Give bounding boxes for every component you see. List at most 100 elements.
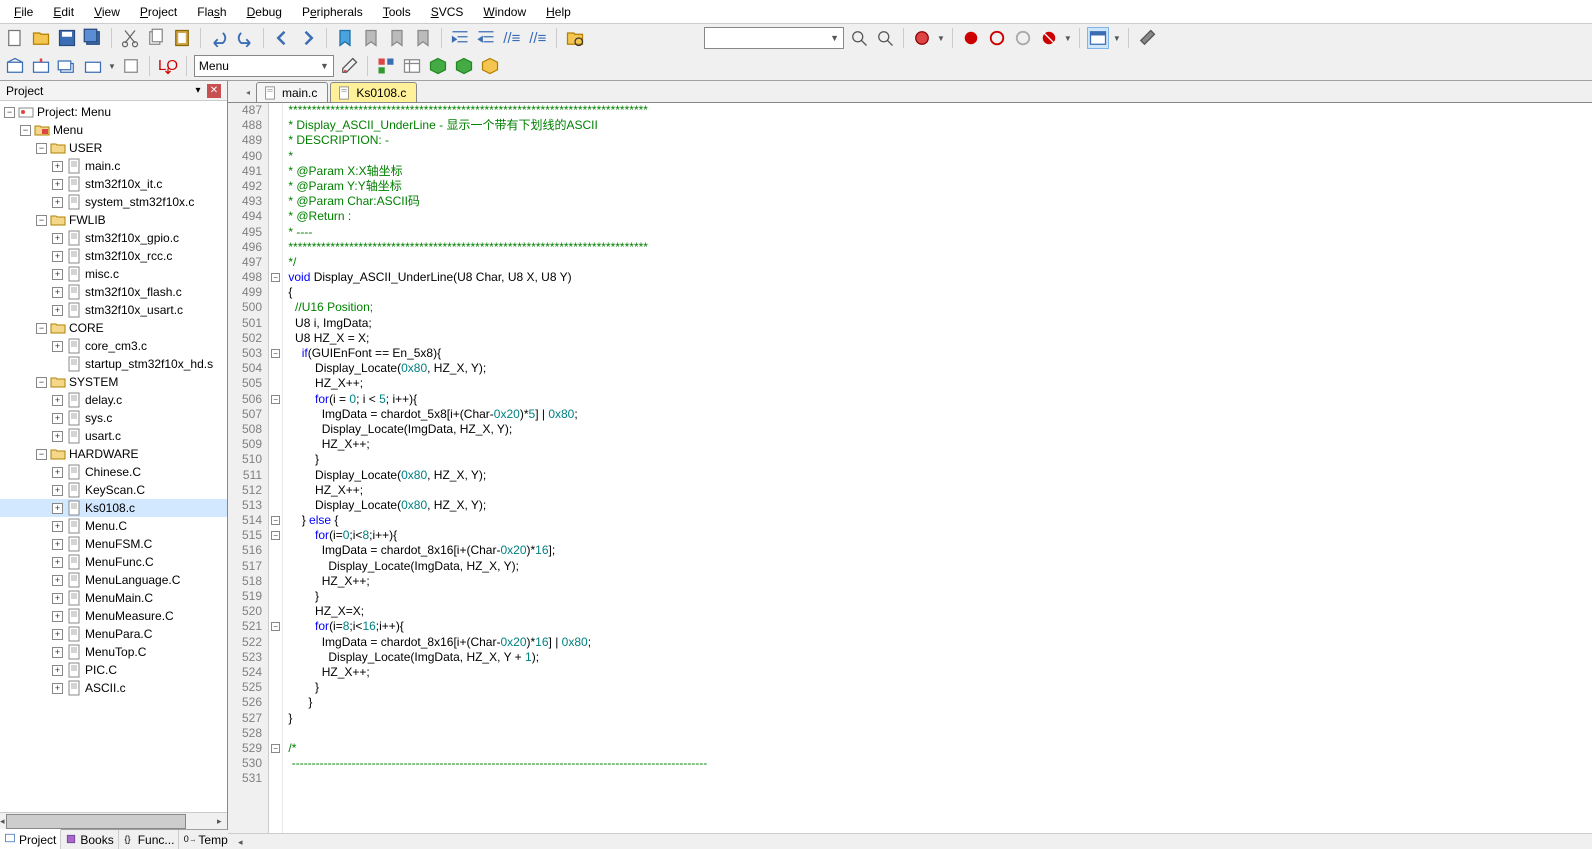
- comment-button[interactable]: //≡: [501, 27, 523, 49]
- tree-expander-icon[interactable]: −: [36, 323, 47, 334]
- menu-file[interactable]: File: [4, 1, 43, 23]
- code-line[interactable]: Display_Locate(ImgData, HZ_X, Y);: [285, 422, 1592, 437]
- nav-fwd-button[interactable]: [297, 27, 319, 49]
- tree-node[interactable]: +MenuMain.C: [0, 589, 227, 607]
- tree-expander-icon[interactable]: −: [36, 143, 47, 154]
- menu-svcs[interactable]: SVCS: [421, 1, 474, 23]
- tree-node[interactable]: +MenuFunc.C: [0, 553, 227, 571]
- code-line[interactable]: * @Param X:X轴坐标: [285, 164, 1592, 179]
- tree-node[interactable]: −CORE: [0, 319, 227, 337]
- tree-node[interactable]: +misc.c: [0, 265, 227, 283]
- editor-tab[interactable]: Ks0108.c: [330, 82, 417, 102]
- menu-tools[interactable]: Tools: [373, 1, 421, 23]
- bookmark-toggle-button[interactable]: [334, 27, 356, 49]
- code-line[interactable]: HZ_X++;: [285, 574, 1592, 589]
- copy-button[interactable]: [145, 27, 167, 49]
- code-line[interactable]: {: [285, 285, 1592, 300]
- new-file-button[interactable]: [4, 27, 26, 49]
- tree-node[interactable]: +MenuTop.C: [0, 643, 227, 661]
- project-tab-books[interactable]: Books: [61, 830, 118, 849]
- tree-expander-icon[interactable]: −: [4, 107, 15, 118]
- fold-icon[interactable]: −: [271, 273, 280, 282]
- tree-node[interactable]: +Chinese.C: [0, 463, 227, 481]
- project-hscrollbar[interactable]: ◂ ▸: [0, 812, 227, 829]
- tab-nav-left[interactable]: ◂: [242, 82, 254, 102]
- tree-node[interactable]: +MenuLanguage.C: [0, 571, 227, 589]
- tree-expander-icon[interactable]: +: [52, 503, 63, 514]
- configure-button[interactable]: [1136, 27, 1158, 49]
- tree-node[interactable]: startup_stm32f10x_hd.s: [0, 355, 227, 373]
- code-line[interactable]: * @Param Y:Y轴坐标: [285, 179, 1592, 194]
- tree-expander-icon[interactable]: +: [52, 557, 63, 568]
- tree-node[interactable]: +stm32f10x_it.c: [0, 175, 227, 193]
- manage-rte-button[interactable]: [479, 55, 501, 77]
- code-line[interactable]: }: [285, 711, 1592, 726]
- code-line[interactable]: [285, 726, 1592, 741]
- code-line[interactable]: * DESCRIPTION: -: [285, 133, 1592, 148]
- nav-back-button[interactable]: [271, 27, 293, 49]
- tree-expander-icon[interactable]: +: [52, 341, 63, 352]
- code-line[interactable]: }: [285, 589, 1592, 604]
- code-line[interactable]: ImgData = chardot_8x16[i+(Char-0x20)*16]…: [285, 635, 1592, 650]
- find-button[interactable]: [848, 27, 870, 49]
- tree-expander-icon[interactable]: +: [52, 593, 63, 604]
- project-tab-project[interactable]: Project: [0, 829, 61, 849]
- tree-expander-icon[interactable]: −: [20, 125, 31, 136]
- menu-flash[interactable]: Flash: [187, 1, 236, 23]
- bookmark-clear-button[interactable]: [412, 27, 434, 49]
- target-combo[interactable]: Menu▼: [194, 55, 334, 77]
- tree-node[interactable]: +stm32f10x_gpio.c: [0, 229, 227, 247]
- breakpoint-enable-button[interactable]: [986, 27, 1008, 49]
- code-line[interactable]: HZ_X++;: [285, 376, 1592, 391]
- tree-expander-icon[interactable]: +: [52, 683, 63, 694]
- code-line[interactable]: Display_Locate(ImgData, HZ_X, Y + 1);: [285, 650, 1592, 665]
- code-line[interactable]: ImgData = chardot_5x8[i+(Char-0x20)*5] |…: [285, 407, 1592, 422]
- code-line[interactable]: * @Return :: [285, 209, 1592, 224]
- find-in-files-button[interactable]: [564, 27, 586, 49]
- incremental-find-button[interactable]: [874, 27, 896, 49]
- code-line[interactable]: * ----: [285, 225, 1592, 240]
- menu-window[interactable]: Window: [473, 1, 536, 23]
- pack-install2-button[interactable]: [453, 55, 475, 77]
- tree-expander-icon[interactable]: +: [52, 233, 63, 244]
- tree-expander-icon[interactable]: +: [52, 611, 63, 622]
- tree-expander-icon[interactable]: +: [52, 575, 63, 586]
- stop-build-button[interactable]: [120, 55, 142, 77]
- tree-expander-icon[interactable]: +: [52, 413, 63, 424]
- code-line[interactable]: Display_Locate(0x80, HZ_X, Y);: [285, 361, 1592, 376]
- code-line[interactable]: /*: [285, 741, 1592, 756]
- tree-expander-icon[interactable]: +: [52, 485, 63, 496]
- tree-expander-icon[interactable]: +: [52, 431, 63, 442]
- tree-node[interactable]: +Menu.C: [0, 517, 227, 535]
- code-line[interactable]: Display_Locate(0x80, HZ_X, Y);: [285, 468, 1592, 483]
- code-line[interactable]: } else {: [285, 513, 1592, 528]
- tree-expander-icon[interactable]: +: [52, 287, 63, 298]
- menu-peripherals[interactable]: Peripherals: [292, 1, 373, 23]
- tree-expander-icon[interactable]: +: [52, 179, 63, 190]
- open-button[interactable]: [30, 27, 52, 49]
- code-line[interactable]: ImgData = chardot_8x16[i+(Char-0x20)*16]…: [285, 543, 1592, 558]
- tree-node[interactable]: +Ks0108.c: [0, 499, 227, 517]
- tree-expander-icon[interactable]: −: [36, 377, 47, 388]
- tree-expander-icon[interactable]: +: [52, 467, 63, 478]
- bookmark-prev-button[interactable]: [360, 27, 382, 49]
- tree-expander-icon[interactable]: +: [52, 305, 63, 316]
- file-ext-button[interactable]: [375, 55, 397, 77]
- editor-tab[interactable]: main.c: [256, 82, 328, 102]
- uncomment-button[interactable]: //≡: [527, 27, 549, 49]
- tree-node[interactable]: −FWLIB: [0, 211, 227, 229]
- code-line[interactable]: *: [285, 149, 1592, 164]
- pin-icon[interactable]: ▾: [191, 84, 205, 98]
- fold-icon[interactable]: −: [271, 349, 280, 358]
- tree-expander-icon[interactable]: −: [36, 449, 47, 460]
- code-line[interactable]: for(i=0;i<8;i++){: [285, 528, 1592, 543]
- tree-node[interactable]: +system_stm32f10x.c: [0, 193, 227, 211]
- code-line[interactable]: [285, 771, 1592, 786]
- fold-icon[interactable]: −: [271, 395, 280, 404]
- menu-help[interactable]: Help: [536, 1, 581, 23]
- tree-node[interactable]: +sys.c: [0, 409, 227, 427]
- code-line[interactable]: * Display_ASCII_UnderLine - 显示一个带有下划线的AS…: [285, 118, 1592, 133]
- undo-button[interactable]: [208, 27, 230, 49]
- options-button[interactable]: [338, 55, 360, 77]
- tree-expander-icon[interactable]: −: [36, 215, 47, 226]
